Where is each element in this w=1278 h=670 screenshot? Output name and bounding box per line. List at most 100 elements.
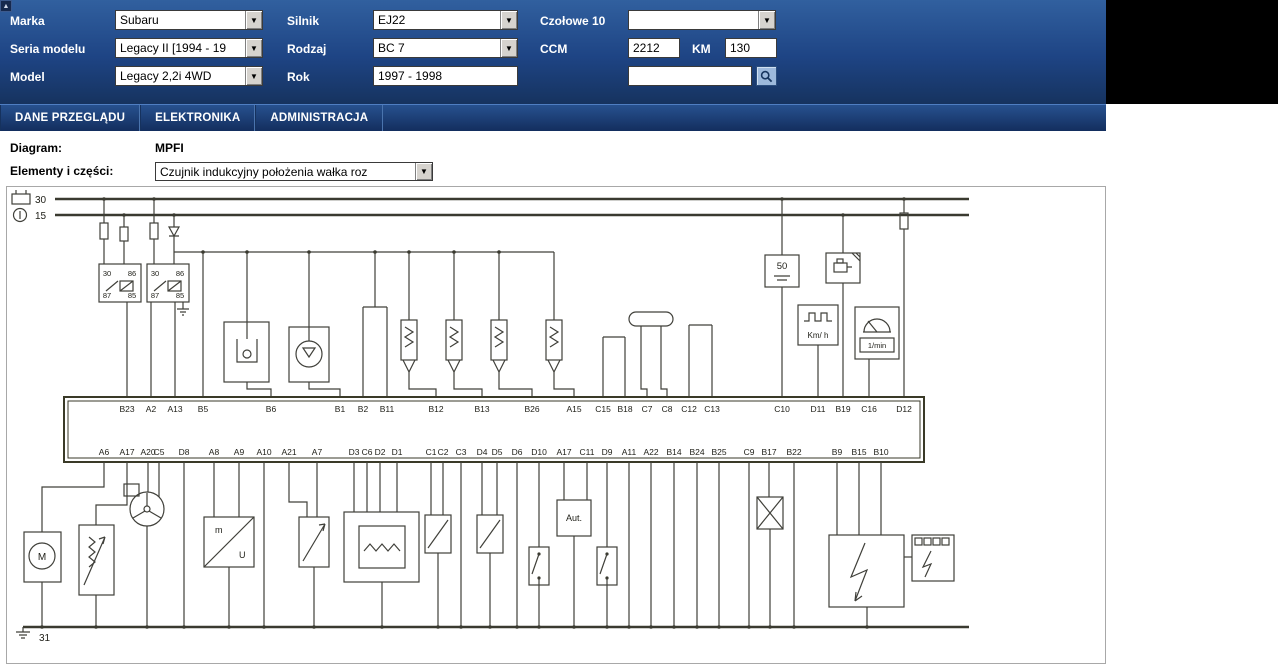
ignition-switch-icon bbox=[12, 207, 28, 223]
idle-air-valve bbox=[123, 483, 165, 527]
chevron-down-icon[interactable]: ▼ bbox=[758, 11, 775, 29]
svg-text:C11: C11 bbox=[580, 447, 595, 457]
svg-text:B25: B25 bbox=[711, 447, 726, 457]
bus-15: 15 bbox=[12, 207, 969, 223]
svg-text:A2: A2 bbox=[146, 404, 157, 414]
svg-text:M: M bbox=[38, 552, 46, 563]
aut-box: Aut. bbox=[556, 499, 592, 537]
corner-scroll-icon[interactable]: ▲ bbox=[0, 0, 12, 12]
injector-2 bbox=[445, 319, 463, 373]
svg-text:A17: A17 bbox=[119, 447, 134, 457]
czolowe-select[interactable]: ▼ bbox=[628, 10, 776, 30]
svg-text:B10: B10 bbox=[873, 447, 888, 457]
fuel-pump-motor: M bbox=[23, 531, 62, 583]
wiring-diagram: 30 15 31 30 86 87 85 30 86 87 85 50 Km/ … bbox=[11, 190, 969, 644]
svg-text:B18: B18 bbox=[617, 404, 632, 414]
switch-2 bbox=[596, 546, 618, 586]
chevron-down-icon[interactable]: ▼ bbox=[500, 39, 517, 57]
svg-text:B11: B11 bbox=[380, 404, 395, 414]
vehicle-header: ▲ Marka Seria modelu Model Silnik Rodzaj… bbox=[0, 0, 1106, 104]
ignition-coil bbox=[828, 534, 905, 608]
svg-text:C9: C9 bbox=[744, 447, 755, 457]
search-icon bbox=[760, 70, 773, 82]
svg-text:B2: B2 bbox=[358, 404, 369, 414]
svg-text:D10: D10 bbox=[531, 447, 547, 457]
svg-text:A15: A15 bbox=[566, 404, 581, 414]
airflow-meter bbox=[343, 511, 420, 583]
svg-text:50: 50 bbox=[777, 261, 788, 272]
rok-input[interactable] bbox=[373, 66, 518, 86]
svg-text:Km/ h: Km/ h bbox=[808, 331, 829, 340]
svg-text:D2: D2 bbox=[375, 447, 386, 457]
rok-label: Rok bbox=[287, 70, 310, 84]
silnik-select[interactable]: EJ22 ▼ bbox=[373, 10, 518, 30]
svg-text:30: 30 bbox=[35, 195, 47, 206]
ecu: B23 A2 A13 B5 B6 B1 B2 B11 B12 B13 B26 A15 C15 B18 C7 C… bbox=[63, 396, 925, 463]
svg-text:85: 85 bbox=[176, 291, 184, 300]
seria-select[interactable]: Legacy II [1994 - 19 ▼ bbox=[115, 38, 263, 58]
svg-text:U: U bbox=[239, 550, 246, 560]
query-input[interactable] bbox=[628, 66, 752, 86]
svg-text:A6: A6 bbox=[99, 447, 110, 457]
svg-text:C13: C13 bbox=[704, 404, 720, 414]
svg-text:B19: B19 bbox=[835, 404, 850, 414]
svg-text:C1: C1 bbox=[426, 447, 437, 457]
svg-text:B17: B17 bbox=[761, 447, 776, 457]
km-label: KM bbox=[692, 42, 711, 56]
svg-text:A9: A9 bbox=[234, 447, 245, 457]
svg-text:B12: B12 bbox=[428, 404, 443, 414]
temp-sensor-1 bbox=[424, 514, 452, 554]
svg-text:D3: D3 bbox=[349, 447, 360, 457]
menu-item-elektronika[interactable]: ELEKTRONIKA bbox=[140, 105, 256, 131]
svg-text:C6: C6 bbox=[362, 447, 373, 457]
ground-icon bbox=[16, 627, 30, 639]
chevron-down-icon[interactable]: ▼ bbox=[245, 11, 262, 29]
fuel-level-sender bbox=[78, 524, 115, 596]
svg-text:C8: C8 bbox=[662, 404, 673, 414]
menu-item-dane-przegladu[interactable]: DANE PRZEGLĄDU bbox=[0, 105, 141, 131]
svg-text:31: 31 bbox=[39, 633, 51, 644]
marka-select[interactable]: Subaru ▼ bbox=[115, 10, 263, 30]
chevron-down-icon[interactable]: ▼ bbox=[415, 163, 432, 180]
chevron-down-icon[interactable]: ▼ bbox=[245, 67, 262, 85]
svg-text:D9: D9 bbox=[602, 447, 613, 457]
svg-text:D1: D1 bbox=[392, 447, 403, 457]
temp-sensor-2 bbox=[476, 514, 504, 554]
terminal-50-box: 50 bbox=[764, 254, 800, 288]
model-select[interactable]: Legacy 2,2i 4WD ▼ bbox=[115, 66, 263, 86]
ccm-label: CCM bbox=[540, 42, 568, 56]
elements-label: Elementy i części: bbox=[10, 164, 114, 178]
chevron-down-icon[interactable]: ▼ bbox=[245, 39, 262, 57]
svg-text:86: 86 bbox=[176, 269, 184, 278]
svg-text:87: 87 bbox=[103, 291, 111, 300]
elements-select[interactable]: Czujnik indukcyjny położenia wałka roz ▼ bbox=[155, 162, 433, 181]
km-input[interactable] bbox=[725, 38, 777, 58]
model-label: Model bbox=[10, 70, 45, 84]
ac-compressor-clutch bbox=[756, 496, 784, 530]
svg-text:A10: A10 bbox=[256, 447, 271, 457]
ignition-distributor bbox=[911, 534, 955, 582]
diagram-value: MPFI bbox=[155, 141, 184, 155]
rodzaj-select[interactable]: BC 7 ▼ bbox=[373, 38, 518, 58]
check-engine-lamp bbox=[825, 252, 861, 284]
svg-text:A13: A13 bbox=[167, 404, 182, 414]
injector-1 bbox=[400, 319, 418, 373]
svg-text:85: 85 bbox=[128, 291, 136, 300]
svg-text:A17: A17 bbox=[556, 447, 571, 457]
svg-text:C16: C16 bbox=[861, 404, 877, 414]
svg-text:30: 30 bbox=[103, 269, 111, 278]
search-button[interactable] bbox=[756, 66, 777, 86]
svg-text:B23: B23 bbox=[119, 404, 134, 414]
injector-4 bbox=[545, 319, 563, 373]
svg-text:D4: D4 bbox=[477, 447, 488, 457]
tachometer: 1/min bbox=[854, 306, 900, 360]
menu-item-administracja[interactable]: ADMINISTRACJA bbox=[255, 105, 384, 131]
czolowe-label: Czołowe 10 bbox=[540, 14, 606, 28]
chevron-down-icon[interactable]: ▼ bbox=[500, 11, 517, 29]
battery-icon bbox=[11, 190, 31, 205]
top-header-strip: ▲ Marka Seria modelu Model Silnik Rodzaj… bbox=[0, 0, 1278, 104]
ecu-pins-bottom: A6 A17 A20C5 D8 A8 A9 A10 A21 A7 D3 C6 D2 D1 C1 C2 C3 D4… bbox=[99, 447, 889, 457]
ccm-input[interactable] bbox=[628, 38, 680, 58]
wiring-diagram-panel: 30 15 31 30 86 87 85 30 86 87 85 50 Km/ … bbox=[6, 186, 1106, 664]
svg-text:A11: A11 bbox=[622, 447, 637, 457]
